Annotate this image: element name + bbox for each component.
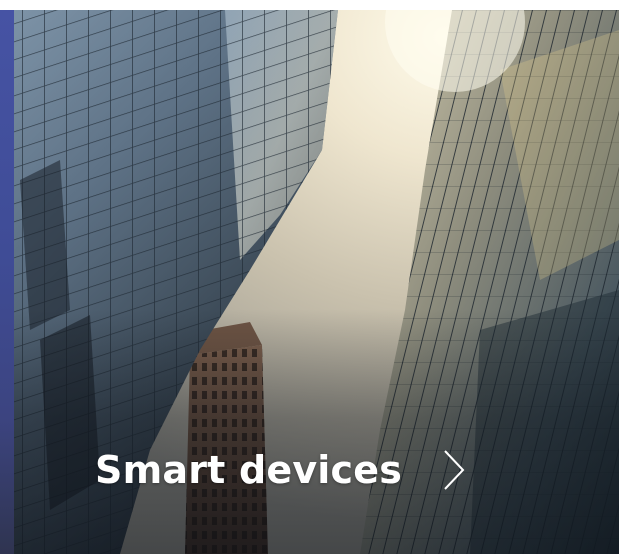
- page: Smart devices: [0, 0, 619, 554]
- smart-devices-card[interactable]: Smart devices: [0, 10, 619, 554]
- left-accent-strip: [0, 10, 14, 554]
- card-title: Smart devices: [95, 448, 403, 492]
- smart-devices-link[interactable]: Smart devices: [95, 440, 466, 500]
- chevron-right-icon: [444, 450, 465, 490]
